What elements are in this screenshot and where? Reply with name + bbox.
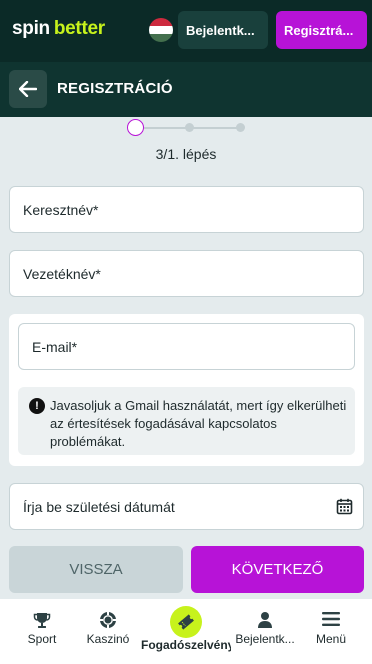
logo-spin-text: spin bbox=[12, 18, 50, 39]
step-2-dot bbox=[185, 123, 194, 132]
nav-sport[interactable]: Sport bbox=[5, 599, 79, 664]
email-field[interactable]: E-mail* bbox=[18, 323, 355, 370]
arrow-left-icon bbox=[19, 81, 37, 97]
register-button[interactable]: Regisztrá... bbox=[276, 11, 367, 49]
nav-sport-label: Sport bbox=[27, 632, 57, 646]
nav-menu[interactable]: Menü bbox=[294, 599, 368, 664]
step-line bbox=[144, 127, 244, 129]
gmail-notice: ! Javasoljuk a Gmail használatát, mert í… bbox=[18, 387, 355, 455]
spinbetter-logo[interactable]: spin better bbox=[12, 18, 105, 40]
step-3-dot bbox=[236, 123, 245, 132]
nav-login-label: Bejelentk... bbox=[235, 632, 295, 646]
nav-menu-label: Menü bbox=[315, 632, 347, 646]
trophy-icon bbox=[33, 613, 51, 628]
back-button[interactable]: VISSZA bbox=[9, 546, 183, 593]
step-counter-text: 3/1. lépés bbox=[155, 146, 217, 162]
step-1-dot-active bbox=[127, 119, 144, 136]
page-title: REGISZTRÁCIÓ bbox=[57, 80, 173, 97]
ticket-icon bbox=[178, 614, 194, 630]
birthdate-placeholder: Írja be születési dátumát bbox=[23, 498, 175, 515]
hamburger-menu-icon bbox=[322, 612, 340, 626]
step-indicator bbox=[126, 118, 248, 138]
first-name-field[interactable]: Keresztnév* bbox=[9, 186, 364, 233]
login-button[interactable]: Bejelentk... bbox=[178, 11, 268, 49]
user-icon bbox=[258, 612, 272, 628]
last-name-field[interactable]: Vezetéknév* bbox=[9, 250, 364, 297]
gmail-notice-text: Javasoljuk a Gmail használatát, mert így… bbox=[50, 398, 347, 449]
next-button[interactable]: KÖVETKEZŐ bbox=[191, 546, 364, 593]
nav-betslip[interactable]: Fogadószelvény bbox=[141, 599, 231, 664]
hungary-flag-icon[interactable] bbox=[149, 18, 173, 42]
exclamation-icon: ! bbox=[29, 398, 45, 414]
top-bar: spin better Bejelentk... Regisztrá... bbox=[0, 0, 372, 62]
back-arrow-button[interactable] bbox=[9, 70, 47, 108]
logo-better-text: better bbox=[53, 18, 105, 39]
nav-login[interactable]: Bejelentk... bbox=[228, 599, 302, 664]
bottom-navigation: Sport Kaszinó Fogadószelvény Bejelentk..… bbox=[0, 599, 372, 664]
birthdate-field[interactable]: Írja be születési dátumát bbox=[9, 483, 364, 530]
registration-header: REGISZTRÁCIÓ bbox=[0, 62, 372, 117]
casino-chip-icon bbox=[100, 612, 116, 628]
nav-casino-label: Kaszinó bbox=[86, 632, 130, 646]
nav-casino[interactable]: Kaszinó bbox=[71, 599, 145, 664]
nav-betslip-label: Fogadószelvény bbox=[141, 638, 231, 652]
email-card: E-mail* ! Javasoljuk a Gmail használatát… bbox=[9, 314, 364, 466]
calendar-icon[interactable] bbox=[336, 498, 353, 515]
betslip-highlight bbox=[170, 606, 202, 638]
